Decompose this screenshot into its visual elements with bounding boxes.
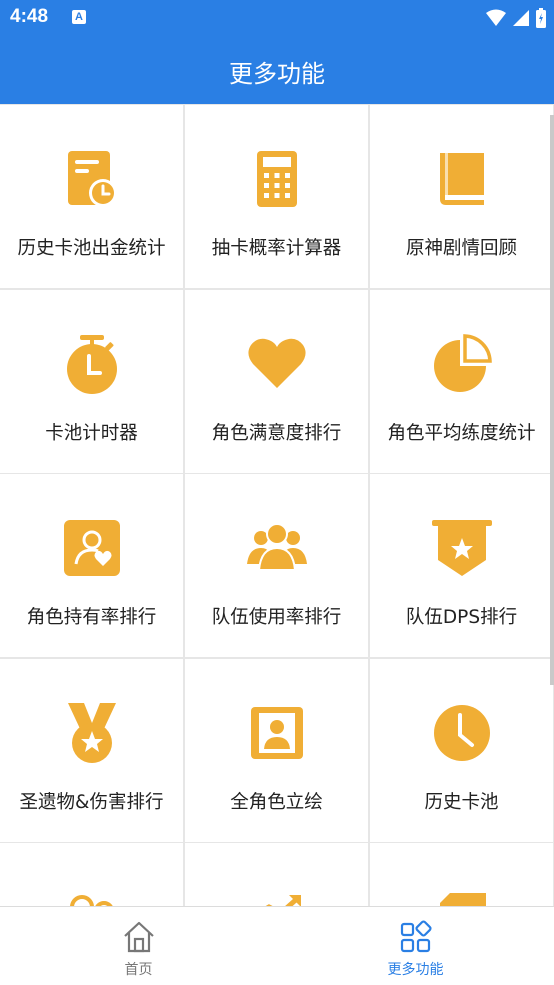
feature-label: 队伍DPS排行 xyxy=(405,607,518,628)
nav-label-home: 首页 xyxy=(124,962,153,978)
feature-pool-timer[interactable]: 卡池计时器 xyxy=(0,290,183,473)
feature-label: 角色满意度排行 xyxy=(211,423,342,444)
feature-history-pools[interactable]: 历史卡池 xyxy=(370,659,553,842)
group-icon xyxy=(246,523,307,571)
feature-item-15[interactable] xyxy=(370,843,553,906)
status-icons xyxy=(486,8,546,28)
notification-icon: A xyxy=(72,10,86,24)
clock-icon xyxy=(433,705,490,761)
nav-label-more-features: 更多功能 xyxy=(387,962,444,978)
feature-label: 角色平均练度统计 xyxy=(387,423,536,444)
wifi-icon xyxy=(486,9,506,26)
trend-icon xyxy=(265,895,301,906)
feature-label: 历史卡池出金统计 xyxy=(17,238,166,259)
feature-label: 队伍使用率排行 xyxy=(211,607,342,628)
tag-icon xyxy=(439,893,486,906)
apps-icon xyxy=(400,920,432,953)
feature-label: 卡池计时器 xyxy=(45,423,138,444)
bottom-navigation: 首页 更多功能 xyxy=(0,906,554,985)
feature-all-character-portraits[interactable]: 全角色立绘 xyxy=(185,659,368,842)
medal-icon xyxy=(67,703,116,763)
feature-character-satisfaction-ranking[interactable]: 角色满意度排行 xyxy=(185,290,368,473)
portrait-icon xyxy=(250,707,303,759)
feature-team-dps-ranking[interactable]: 队伍DPS排行 xyxy=(370,474,553,657)
status-bar: 4:48 A xyxy=(0,0,554,36)
pie-chart-icon xyxy=(433,334,492,392)
feature-item-13[interactable] xyxy=(0,843,183,906)
calculator-icon xyxy=(256,151,297,207)
scrollbar[interactable] xyxy=(550,115,554,685)
document-clock-icon xyxy=(67,151,117,207)
book-icon xyxy=(439,153,484,205)
feature-average-build-stats[interactable]: 角色平均练度统计 xyxy=(370,290,553,473)
signal-icon xyxy=(513,10,529,26)
feature-artifact-damage-ranking[interactable]: 圣遗物&伤害排行 xyxy=(0,659,183,842)
feature-item-14[interactable] xyxy=(185,843,368,906)
heart-icon xyxy=(247,338,306,388)
feature-grid: 历史卡池出金统计 抽卡概率计算器 原神剧情回顾 卡池计时器 角色满意度排行 角色… xyxy=(0,104,554,906)
stopwatch-icon xyxy=(66,335,117,394)
feature-label: 抽卡概率计算器 xyxy=(211,238,342,259)
feature-label: 原神剧情回顾 xyxy=(405,238,517,259)
feature-label: 全角色立绘 xyxy=(230,792,323,813)
feature-story-review[interactable]: 原神剧情回顾 xyxy=(370,105,553,288)
feature-gacha-probability-calculator[interactable]: 抽卡概率计算器 xyxy=(185,105,368,288)
battery-icon xyxy=(536,8,546,28)
profile-heart-icon xyxy=(63,520,120,576)
star-banner-icon xyxy=(431,520,492,576)
page-title: 更多功能 xyxy=(229,60,325,88)
users-icon xyxy=(69,895,113,906)
feature-label: 历史卡池 xyxy=(424,792,499,813)
feature-label: 圣遗物&伤害排行 xyxy=(19,792,164,813)
app-bar: 更多功能 xyxy=(0,36,554,104)
nav-item-home[interactable]: 首页 xyxy=(0,907,277,985)
home-icon xyxy=(123,921,154,953)
status-time: 4:48 xyxy=(10,6,49,27)
feature-history-pool-gold-stats[interactable]: 历史卡池出金统计 xyxy=(0,105,183,288)
feature-team-usage-ranking[interactable]: 队伍使用率排行 xyxy=(185,474,368,657)
feature-label: 角色持有率排行 xyxy=(26,607,157,628)
nav-item-more-features[interactable]: 更多功能 xyxy=(277,907,554,985)
feature-character-ownership-ranking[interactable]: 角色持有率排行 xyxy=(0,474,183,657)
